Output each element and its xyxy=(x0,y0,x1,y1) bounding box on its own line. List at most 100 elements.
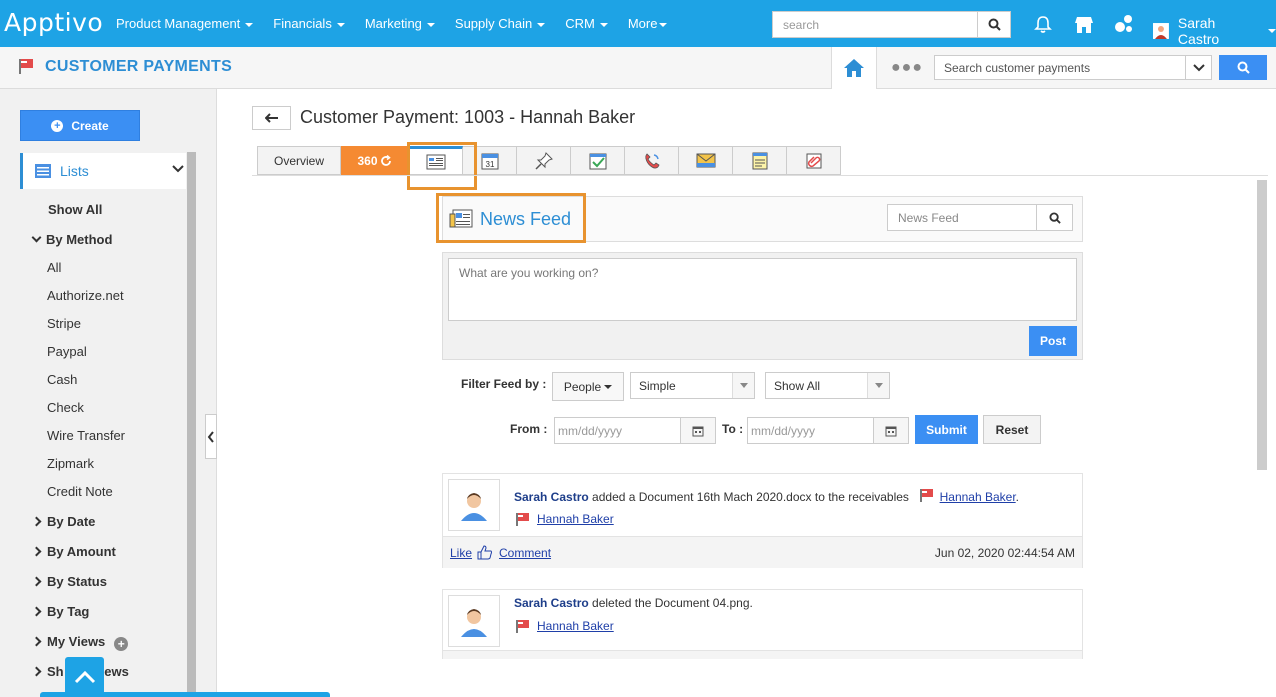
sidebar-my-views[interactable]: My Views + xyxy=(31,634,129,651)
chevron-down-icon xyxy=(1192,63,1205,71)
feed-item: Sarah Castro added a Document 16th Mach … xyxy=(442,473,1083,568)
tab-tasks[interactable] xyxy=(571,146,625,175)
attachment-icon xyxy=(806,153,821,168)
tabs-divider xyxy=(252,175,1268,176)
nav-more[interactable]: More xyxy=(628,16,668,31)
user-menu[interactable]: Sarah Castro xyxy=(1153,15,1276,47)
payment-flag-icon xyxy=(516,513,529,526)
sidebar-method-item[interactable]: Paypal xyxy=(47,344,87,359)
tab-emails[interactable] xyxy=(679,146,733,175)
tab-overview[interactable]: Overview xyxy=(257,146,341,175)
sidebar-show-all[interactable]: Show All xyxy=(48,202,102,217)
content-scrollbar[interactable] xyxy=(1257,180,1267,470)
search-icon xyxy=(1237,61,1250,74)
news-feed-title-highlight xyxy=(436,193,586,243)
reset-button[interactable]: Reset xyxy=(983,415,1041,444)
comment-link[interactable]: Comment xyxy=(499,546,551,560)
sidebar-method-item[interactable]: Credit Note xyxy=(47,484,113,499)
user-avatar-icon xyxy=(461,609,487,637)
call-icon xyxy=(644,152,659,168)
to-date-input[interactable]: mm/dd/yyyy xyxy=(747,417,874,444)
to-date-picker[interactable] xyxy=(873,417,909,444)
scroll-to-top-button[interactable] xyxy=(65,657,104,697)
nav-product-management[interactable]: Product Management xyxy=(116,16,254,31)
from-date-input[interactable]: mm/dd/yyyy xyxy=(554,417,681,444)
calendar-icon xyxy=(692,426,704,436)
search-filter-dropdown[interactable] xyxy=(1185,55,1212,80)
thumbs-up-icon[interactable] xyxy=(477,545,493,560)
sidebar-by-date[interactable]: By Date xyxy=(31,514,95,529)
people-filter-button[interactable]: People xyxy=(552,372,624,401)
tab-follow-ups[interactable] xyxy=(517,146,571,175)
refresh-icon xyxy=(380,154,391,166)
submit-button[interactable]: Submit xyxy=(915,415,978,444)
add-view-icon[interactable]: + xyxy=(114,637,129,651)
payment-flag-icon xyxy=(516,620,529,633)
news-feed-search-button[interactable] xyxy=(1036,204,1073,231)
from-date-picker[interactable] xyxy=(680,417,716,444)
tab-notes[interactable] xyxy=(733,146,787,175)
sidebar-method-item[interactable]: All xyxy=(47,260,61,275)
global-search-button[interactable] xyxy=(978,11,1011,38)
nav-crm[interactable]: CRM xyxy=(565,16,608,31)
record-link[interactable]: Hannah Baker xyxy=(537,619,614,633)
chevron-down-icon xyxy=(172,165,184,173)
post-button[interactable]: Post xyxy=(1029,326,1077,356)
sidebar-method-item[interactable]: Cash xyxy=(47,372,77,387)
store-icon[interactable] xyxy=(1073,13,1095,35)
feed-type-select[interactable]: Simple xyxy=(630,372,755,399)
sidebar-by-status[interactable]: By Status xyxy=(31,574,107,589)
record-link[interactable]: Hannah Baker xyxy=(537,512,614,526)
pin-icon xyxy=(534,151,553,170)
tab-360[interactable]: 360 xyxy=(341,146,409,175)
record-title: Customer Payment: 1003 - Hannah Baker xyxy=(300,107,636,127)
like-link[interactable]: Like xyxy=(450,546,472,560)
nav-supply-chain[interactable]: Supply Chain xyxy=(455,16,546,31)
user-name: Sarah Castro xyxy=(1177,15,1220,47)
nav-marketing[interactable]: Marketing xyxy=(365,16,435,31)
post-textarea[interactable]: What are you working on? xyxy=(448,258,1077,321)
sidebar-scrollbar[interactable] xyxy=(187,152,196,697)
sidebar-by-tag[interactable]: By Tag xyxy=(31,604,89,619)
avatar[interactable] xyxy=(448,479,500,531)
sidebar-by-amount[interactable]: By Amount xyxy=(31,544,116,559)
lists-menu[interactable]: Lists xyxy=(20,153,186,189)
nav-financials[interactable]: Financials xyxy=(273,16,345,31)
record-link[interactable]: Hannah Baker xyxy=(940,490,1016,504)
feed-show-select[interactable]: Show All xyxy=(765,372,890,399)
customer-payment-search-input[interactable]: Search customer payments xyxy=(934,55,1186,80)
chevron-right-icon xyxy=(31,666,42,677)
sidebar-method-item[interactable]: Wire Transfer xyxy=(47,428,125,443)
chevron-right-icon xyxy=(31,636,42,647)
sidebar-method-item[interactable]: Zipmark xyxy=(47,456,94,471)
chevron-right-icon xyxy=(31,546,42,557)
tab-calls[interactable] xyxy=(625,146,679,175)
apps-icon[interactable] xyxy=(1113,13,1135,35)
feed-user-link[interactable]: Sarah Castro xyxy=(514,596,589,610)
payment-flag-icon xyxy=(920,489,934,502)
bell-icon[interactable] xyxy=(1032,13,1054,35)
sidebar-method-item[interactable]: Stripe xyxy=(47,316,81,331)
more-options-icon[interactable]: ●●● xyxy=(891,59,923,77)
back-button[interactable] xyxy=(252,106,291,130)
feed-item-text: Sarah Castro added a Document 16th Mach … xyxy=(514,489,1020,504)
feed-item-reference: Hannah Baker xyxy=(514,512,614,526)
global-search-input[interactable]: search xyxy=(772,11,978,38)
feed-user-link[interactable]: Sarah Castro xyxy=(514,490,589,504)
main-nav: Product Management Financials Marketing … xyxy=(116,0,687,47)
sidebar-by-method[interactable]: By Method xyxy=(31,232,112,247)
tab-documents[interactable] xyxy=(787,146,841,175)
news-feed-tab-highlight xyxy=(407,142,477,190)
apptivo-logo[interactable]: Apptivo xyxy=(4,8,103,37)
sidebar-collapse-toggle[interactable] xyxy=(205,414,217,459)
home-button[interactable] xyxy=(831,47,877,89)
sidebar-method-item[interactable]: Check xyxy=(47,400,84,415)
customer-payment-search-button[interactable] xyxy=(1219,55,1267,80)
feed-item-footer: Like Comment Jun 02, 2020 02:44:54 AM xyxy=(443,536,1082,568)
sidebar-method-item[interactable]: Authorize.net xyxy=(47,288,124,303)
news-feed-search-input[interactable]: News Feed xyxy=(887,204,1037,231)
chevron-right-icon xyxy=(31,576,42,587)
from-label: From : xyxy=(510,422,548,436)
create-button[interactable]: + Create xyxy=(20,110,140,141)
avatar[interactable] xyxy=(448,595,500,647)
